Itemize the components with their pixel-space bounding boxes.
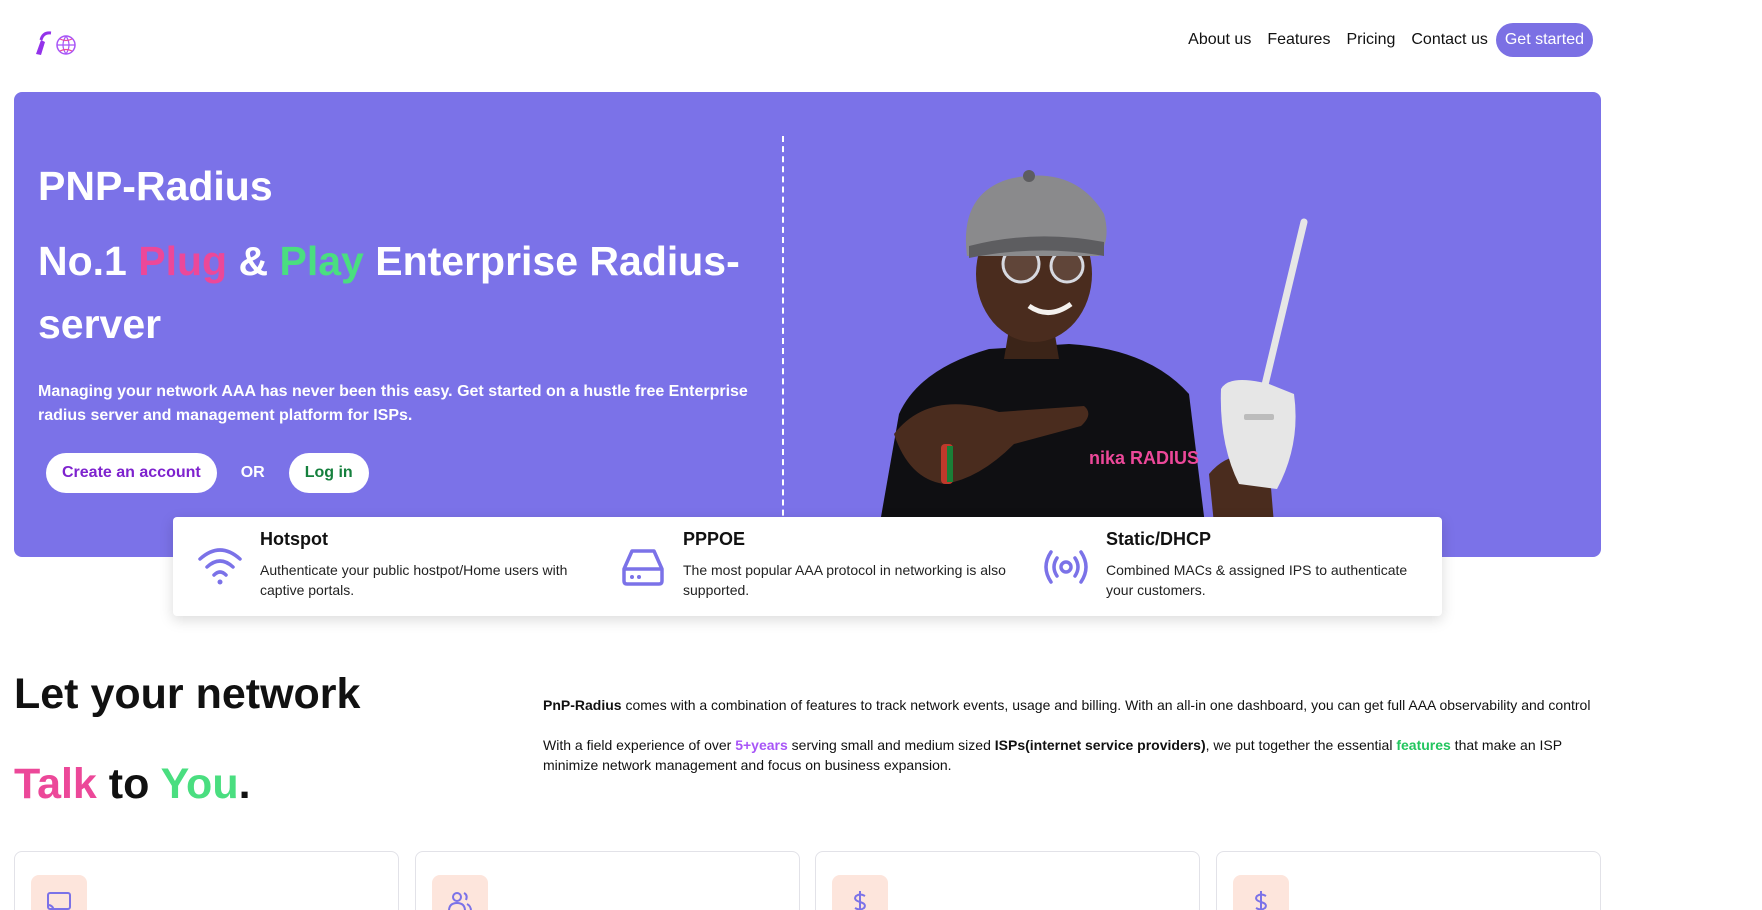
feature-card[interactable] <box>415 851 800 910</box>
section-heading-line1: Let your network <box>14 670 361 718</box>
protocol-features-card: Hotspot Authenticate your public hostpot… <box>173 517 1442 616</box>
wifi-icon <box>198 548 242 585</box>
heading-period: . <box>238 760 251 808</box>
users-icon <box>448 892 472 910</box>
features-link[interactable]: features <box>1396 737 1450 753</box>
nav-contact-us[interactable]: Contact us <box>1411 31 1487 49</box>
isps-highlight: ISPs(internet service providers) <box>994 737 1206 753</box>
dollar-icon <box>854 891 866 910</box>
get-started-button[interactable]: Get started <box>1495 22 1593 57</box>
brand-name: PnP-Radius <box>543 697 622 713</box>
feature-card[interactable] <box>815 851 1200 910</box>
card-icon-bg <box>31 875 87 910</box>
intro-text: comes with a combination of features to … <box>621 697 1591 713</box>
feature-static-dhcp: Static/DHCP Combined MACs & assigned IPS… <box>1019 517 1442 616</box>
logo[interactable] <box>30 28 80 62</box>
feature-desc: Combined MACs & assigned IPS to authenti… <box>1106 562 1408 598</box>
login-button[interactable]: Log in <box>288 453 369 493</box>
feature-desc: The most popular AAA protocol in network… <box>683 562 1006 598</box>
feature-desc: Authenticate your public hostpot/Home us… <box>260 562 568 598</box>
hero-headline: No.1 Plug & Play Enterprise Radius-serve… <box>38 230 768 356</box>
feature-card[interactable] <box>14 851 399 910</box>
headline-play: Play <box>279 238 364 284</box>
section-heading-line2: Talk to You. <box>14 760 251 809</box>
heading-you: You <box>160 760 239 808</box>
hard-drive-icon <box>622 549 664 586</box>
headline-amp: & <box>227 238 280 284</box>
hero-text: PNP-Radius No.1 Plug & Play Enterprise R… <box>38 162 768 493</box>
dollar-icon <box>1255 891 1267 910</box>
heading-to: to <box>96 760 161 808</box>
create-account-button[interactable]: Create an account <box>46 453 217 493</box>
top-navigation-bar: About us Features Pricing Contact us Get… <box>0 0 1762 80</box>
feature-pppoe: PPPOE The most popular AAA protocol in n… <box>596 517 1019 616</box>
heading-talk: Talk <box>14 760 97 808</box>
headline-prefix: No.1 <box>38 238 139 284</box>
or-separator: OR <box>240 464 265 481</box>
card-icon-bg <box>832 875 888 910</box>
broadcast-icon <box>1044 550 1088 584</box>
exp-text-b: serving small and medium sized <box>787 737 995 753</box>
hero-subtitle: Managing your network AAA has never been… <box>38 383 748 424</box>
cast-icon <box>47 892 71 910</box>
years-highlight: 5+years <box>735 737 788 753</box>
nav-features[interactable]: Features <box>1267 31 1330 49</box>
feature-card[interactable] <box>1216 851 1601 910</box>
feature-title: PPPOE <box>683 529 746 549</box>
nav-pricing[interactable]: Pricing <box>1346 31 1395 49</box>
card-icon-bg <box>1233 875 1289 910</box>
intro-paragraph: PnP-Radius comes with a combination of f… <box>543 695 1603 715</box>
hero-person-with-router-image: nika RADIUS <box>874 170 1308 557</box>
hero-actions: Create an account OR Log in <box>46 453 768 493</box>
feature-hotspot: Hotspot Authenticate your public hostpot… <box>173 517 596 616</box>
dashed-divider <box>782 136 784 556</box>
feature-title: Hotspot <box>260 529 328 549</box>
hero-banner: PNP-Radius No.1 Plug & Play Enterprise R… <box>14 92 1601 557</box>
feature-cards-row <box>14 851 1601 910</box>
main-nav: About us Features Pricing Contact us Get… <box>1188 22 1593 57</box>
shirt-logo-text: nika RADIUS <box>1089 448 1199 468</box>
experience-paragraph: With a field experience of over 5+years … <box>543 735 1603 775</box>
card-icon-bg <box>432 875 488 910</box>
headline-plug: Plug <box>138 238 228 284</box>
feature-title: Static/DHCP <box>1106 529 1212 549</box>
exp-text-c: , we put together the essential <box>1205 737 1397 753</box>
exp-text-a: With a field experience of over <box>543 737 736 753</box>
plug-globe-logo-icon <box>36 31 76 55</box>
hero-brand-title: PNP-Radius <box>38 163 273 209</box>
nav-about-us[interactable]: About us <box>1188 31 1251 49</box>
